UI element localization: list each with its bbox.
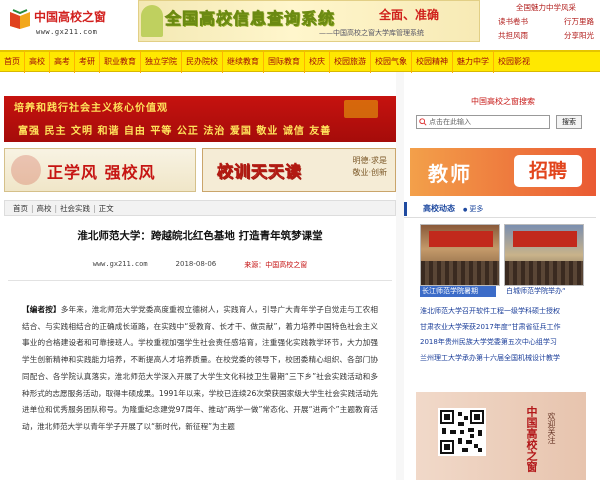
nav-campus-film[interactable]: 校园影视 bbox=[494, 51, 534, 73]
thumb-caption-1[interactable]: 长江师范学院暑期 bbox=[420, 286, 496, 297]
nav-campus-travel[interactable]: 校园旅游 bbox=[330, 50, 371, 73]
site-header: 中国高校之窗 www.gx211.com 全国高校信息查询系统 全面、准确 ——… bbox=[0, 0, 600, 50]
study-style-text: 正学风 强校风 bbox=[47, 163, 156, 182]
article-body: 【编者按】多年来，淮北师范大学党委高度重视立德树人，实践育人，引导广大青年学子自… bbox=[22, 302, 378, 478]
breadcrumb-sep: | bbox=[54, 203, 58, 213]
banner-main-title: 全国高校信息查询系统 bbox=[165, 9, 336, 29]
recruit-hiring-text: 招聘 bbox=[514, 155, 582, 187]
logo-book-icon bbox=[10, 9, 30, 29]
values-words: 富强 民主 文明 和谐 自由 平等 公正 法治 爱国 敬业 诚信 友善 bbox=[18, 126, 332, 137]
nav-private[interactable]: 民办院校 bbox=[182, 50, 223, 73]
breadcrumb-sep: | bbox=[31, 203, 34, 213]
banner-slogan: 全面、准确 bbox=[379, 8, 440, 22]
header-side-links: 全国魅力中学风采 读书卷书 行万里路 共担风雨 分享阳光 bbox=[492, 0, 600, 48]
nav-campus-spirit[interactable]: 校园精神 bbox=[412, 50, 453, 73]
nav-universities[interactable]: 高校 bbox=[25, 50, 50, 73]
news-item[interactable]: 兰州理工大学承办第十六届全国机械设计教学 bbox=[420, 351, 598, 367]
news-list: 淮北师范大学召开软件工程一级学科硕士授权 甘肃农业大学荣获2017年度“甘肃省征… bbox=[420, 304, 598, 366]
recruit-teacher-text: 教师 bbox=[428, 162, 472, 186]
article-date: 2018-08-06 bbox=[175, 260, 217, 268]
banner-subtitle: ——中国高校之窗大学库管理系统 bbox=[319, 29, 424, 37]
main-nav: 首页 高校 高考 考研 职业教育 独立学院 民办院校 继续教育 国际教育 校庆 … bbox=[0, 50, 600, 73]
motto-banner[interactable]: 校训天天读 明德·求是 敬业·创新 bbox=[202, 148, 396, 192]
logo-url: www.gx211.com bbox=[36, 28, 98, 36]
article-title: 淮北师范大学：跨越皖北红色基地 打造青年筑梦课堂 bbox=[77, 230, 323, 242]
breadcrumb-sep: | bbox=[93, 203, 96, 213]
study-style-banner[interactable]: 正学风 强校风 bbox=[4, 148, 196, 192]
search-input[interactable]: 点击在此输入 bbox=[416, 115, 550, 129]
article-body-text: 多年来，淮北师范大学党委高度重视立德树人，实践育人，引导广大青年学子自觉走与工农… bbox=[22, 305, 378, 431]
query-system-banner[interactable]: 全国高校信息查询系统 全面、准确 ——中国高校之窗大学库管理系统 bbox=[138, 0, 480, 42]
motto-side-line2: 敬业·创新 bbox=[352, 168, 387, 177]
nav-anniversary[interactable]: 校庆 bbox=[305, 50, 330, 73]
nav-independent[interactable]: 独立学院 bbox=[141, 50, 182, 73]
search-bar: 点击在此输入 搜索 bbox=[416, 114, 592, 130]
search-button[interactable]: 搜索 bbox=[556, 115, 582, 129]
article-source: 来源：中国高校之窗 bbox=[244, 261, 308, 269]
seal-deco-icon bbox=[11, 155, 41, 185]
link-share[interactable]: 共担风雨 bbox=[498, 30, 528, 41]
breadcrumb-universities[interactable]: 高校 bbox=[37, 203, 52, 214]
article-site: www.gx211.com bbox=[92, 260, 148, 268]
site-logo[interactable]: 中国高校之窗 www.gx211.com bbox=[8, 6, 130, 46]
wechat-qr-banner[interactable]: 中国高校之窗 欢迎关注 bbox=[416, 392, 586, 480]
nav-campus-weather[interactable]: 校园气象 bbox=[371, 50, 412, 73]
qr-label-sub: 欢迎关注 bbox=[547, 412, 556, 444]
nav-kaoyan[interactable]: 考研 bbox=[75, 50, 100, 73]
link-charm-school[interactable]: 全国魅力中学风采 bbox=[516, 2, 576, 13]
news-item[interactable]: 甘肃农业大学荣获2017年度“甘肃省征兵工作 bbox=[420, 320, 598, 336]
news-thumb-1[interactable] bbox=[420, 224, 500, 286]
search-header: 中国高校之窗搜索 bbox=[471, 97, 535, 106]
breadcrumb-home[interactable]: 首页 bbox=[13, 203, 28, 214]
news-item[interactable]: 淮北师范大学召开软件工程一级学科硕士授权 bbox=[420, 304, 598, 320]
nav-home[interactable]: 首页 bbox=[0, 50, 25, 73]
core-values-banner[interactable]: 培养和践行社会主义核心价值观 富强 民主 文明 和谐 自由 平等 公正 法治 爱… bbox=[4, 96, 396, 142]
breadcrumb: 首页 | 高校 | 社会实践 | 正文 bbox=[4, 200, 396, 216]
qr-code bbox=[438, 408, 486, 456]
news-more-link[interactable]: 更多 bbox=[463, 204, 483, 214]
stage-banner bbox=[429, 231, 493, 247]
nav-charm-school[interactable]: 魅力中学 bbox=[453, 50, 494, 73]
column-gutter bbox=[396, 72, 404, 480]
nav-continuing[interactable]: 继续教育 bbox=[223, 50, 264, 73]
motto-text: 校训天天读 bbox=[217, 162, 303, 182]
values-title: 培养和践行社会主义核心价值观 bbox=[14, 103, 168, 114]
qr-label: 中国高校之窗 bbox=[525, 406, 538, 472]
nav-gaokao[interactable]: 高考 bbox=[50, 50, 75, 73]
motto-side: 明德·求是 敬业·创新 bbox=[352, 155, 387, 179]
flag-deco-icon bbox=[344, 100, 378, 118]
crowd-image bbox=[505, 261, 583, 285]
link-sunshine[interactable]: 分享阳光 bbox=[564, 30, 594, 41]
breadcrumb-current: 正文 bbox=[98, 203, 114, 213]
banner-deco bbox=[141, 5, 163, 37]
news-item[interactable]: 2018年贵州民族大学党委第五次中心组学习 bbox=[420, 335, 598, 351]
search-placeholder: 点击在此输入 bbox=[429, 118, 471, 126]
thumb-caption-2[interactable]: 白城师范学院举办“ bbox=[504, 286, 584, 297]
news-section-title: 高校动态 bbox=[423, 204, 455, 213]
news-section-header: 高校动态 更多 bbox=[404, 200, 596, 218]
teacher-recruit-banner[interactable]: 教师 招聘 bbox=[410, 148, 596, 196]
link-travel[interactable]: 行万里路 bbox=[564, 16, 594, 27]
nav-vocational[interactable]: 职业教育 bbox=[100, 50, 141, 73]
breadcrumb-practice[interactable]: 社会实践 bbox=[60, 203, 90, 214]
article-divider bbox=[8, 280, 392, 281]
search-icon bbox=[419, 118, 427, 126]
section-bar bbox=[404, 201, 407, 216]
news-thumb-2[interactable] bbox=[504, 224, 584, 286]
stage-banner bbox=[513, 231, 577, 247]
nav-international[interactable]: 国际教育 bbox=[264, 50, 305, 73]
editor-note-label: 【编者按】 bbox=[22, 305, 61, 314]
crowd-image bbox=[421, 261, 499, 285]
link-read[interactable]: 读书卷书 bbox=[498, 16, 528, 27]
motto-side-line1: 明德·求是 bbox=[352, 156, 387, 165]
article-meta: www.gx211.com 2018-08-06 来源：中国高校之窗 bbox=[4, 260, 396, 272]
qr-code-icon bbox=[440, 410, 484, 454]
logo-text: 中国高校之窗 bbox=[34, 10, 107, 24]
